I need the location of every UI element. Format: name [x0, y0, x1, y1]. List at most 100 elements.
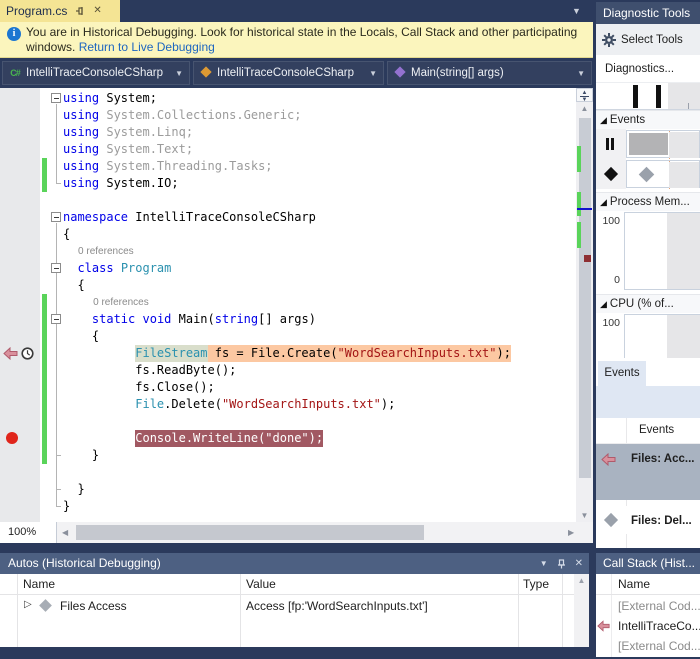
close-icon[interactable]: ✕ [575, 553, 583, 574]
tab-list-caret-icon[interactable]: ▼ [572, 6, 581, 16]
horizontal-scrollbar-thumb[interactable] [76, 525, 424, 540]
select-tools-button[interactable]: Select Tools [621, 34, 683, 46]
event-row-selected[interactable]: Files: Acc... [596, 444, 700, 500]
code-line[interactable]: { [0, 328, 560, 345]
code-line[interactable]: } [0, 447, 560, 464]
code-line[interactable]: File.Delete("WordSearchInputs.txt"); [0, 396, 560, 413]
events-lane-break[interactable] [596, 129, 700, 159]
code-line[interactable]: using System.Collections.Generic; [0, 107, 560, 124]
close-icon[interactable]: ✕ [93, 6, 101, 16]
zoom-level-dropdown[interactable]: 100% [0, 522, 57, 543]
table-row[interactable]: ▷ Files Access Access [fp:'WordSearchInp… [0, 596, 589, 616]
outline-guide [56, 104, 57, 183]
project-dropdown[interactable]: C# IntelliTraceConsoleCSharp ▼ [2, 61, 190, 85]
code-line[interactable]: using System.Threading.Tasks; [0, 158, 560, 175]
code-line[interactable] [0, 464, 560, 481]
scroll-up-icon[interactable]: ▲ [574, 574, 589, 588]
project-dropdown-value: IntelliTraceConsoleCSharp [26, 67, 164, 79]
autos-scrollbar[interactable]: ▲ [574, 574, 589, 647]
window-menu-caret-icon[interactable]: ▼ [540, 553, 548, 574]
return-to-live-debugging-link[interactable]: Return to Live Debugging [79, 40, 215, 54]
events-grid-header[interactable]: Events [596, 418, 700, 444]
stack-frame-row[interactable]: [External Cod... [596, 596, 700, 616]
tab-events[interactable]: Events [598, 361, 646, 386]
editor-bottom-bar: 100% ◀ ▶ [0, 522, 593, 543]
code-line[interactable]: { [0, 277, 560, 294]
cpu-chart[interactable] [624, 314, 700, 358]
editor-splitter-handle[interactable]: ▲ ▼ [576, 88, 593, 103]
section-header-memory[interactable]: ◢ Process Mem... [596, 192, 700, 211]
code-line[interactable]: Console.WriteLine("done"); [0, 430, 560, 447]
section-expander-icon[interactable]: ◢ [600, 115, 607, 125]
code-line[interactable]: fs.Close(); [0, 379, 560, 396]
member-dropdown-value: Main(string[] args) [411, 67, 504, 79]
code-line[interactable]: using System.Text; [0, 141, 560, 158]
section-header-cpu[interactable]: ◢ CPU (% of... [596, 294, 700, 313]
change-tracking-bar [42, 158, 47, 192]
gear-icon[interactable] [602, 32, 616, 47]
scroll-up-icon[interactable]: ▲ [576, 104, 593, 113]
code-line[interactable]: fs.ReadByte(); [0, 362, 560, 379]
autos-panel-title[interactable]: Autos (Historical Debugging) ▼ ✕ [0, 553, 589, 574]
row-name: Files Access [60, 599, 127, 613]
break-event-block[interactable] [629, 133, 668, 155]
code-line[interactable]: } [0, 481, 560, 498]
collapse-toggle-icon[interactable] [51, 93, 61, 103]
section-expander-icon[interactable]: ◢ [600, 197, 607, 207]
intellitrace-event-glyphs[interactable] [3, 347, 39, 362]
code-line[interactable]: static void Main(string[] args) [0, 311, 560, 328]
code-editor[interactable]: using System; using System.Collections.Ge… [0, 88, 593, 522]
column-header-name[interactable]: Name [618, 577, 650, 591]
code-line[interactable]: using System; [0, 90, 560, 107]
expand-icon[interactable]: ▷ [24, 599, 32, 610]
info-icon: i [7, 27, 21, 41]
stack-frame-row[interactable]: [External Cod... [596, 636, 700, 656]
scroll-right-icon[interactable]: ▶ [568, 522, 574, 543]
session-timeline[interactable] [596, 83, 700, 110]
event-row[interactable]: Files: Del... [596, 506, 700, 534]
code-line[interactable]: class Program [0, 260, 560, 277]
outline-guide-end [56, 489, 61, 490]
breakpoint-indicator[interactable] [6, 432, 18, 444]
code-line[interactable]: } [0, 498, 560, 515]
code-line[interactable]: { [0, 226, 560, 243]
tab-program-cs[interactable]: Program.cs ✕ [0, 0, 120, 22]
code-text-area[interactable]: using System; using System.Collections.Ge… [0, 88, 576, 522]
stack-frame-row-current[interactable]: IntelliTraceCo... [596, 616, 700, 636]
pin-icon[interactable] [557, 558, 566, 569]
pin-icon[interactable] [75, 6, 85, 16]
codelens-references[interactable]: 0 references [0, 294, 560, 311]
call-stack-panel-title[interactable]: Call Stack (Hist... [596, 553, 700, 574]
event-diamond-icon [603, 512, 619, 528]
code-line[interactable] [0, 413, 560, 430]
collapse-toggle-icon[interactable] [51, 263, 61, 273]
member-dropdown[interactable]: Main(string[] args) ▼ [387, 61, 592, 85]
scroll-left-icon[interactable]: ◀ [62, 522, 68, 543]
event-diamond-marker[interactable] [638, 166, 655, 183]
events-lane-intellitrace[interactable] [596, 159, 700, 189]
memory-chart[interactable] [624, 212, 700, 290]
codelens-references[interactable]: 0 references [0, 243, 560, 260]
code-line[interactable]: FileStream fs = File.Create("WordSearchI… [0, 345, 560, 362]
vertical-scrollbar-thumb[interactable] [579, 118, 591, 478]
type-dropdown[interactable]: IntelliTraceConsoleCSharp ▼ [193, 61, 384, 85]
vertical-scrollbar[interactable]: ▲ ▼ [576, 102, 593, 522]
column-header-type[interactable]: Type [523, 577, 549, 591]
diagnostic-tools-title[interactable]: Diagnostic Tools [596, 2, 700, 24]
column-header-value[interactable]: Value [246, 577, 276, 591]
call-stack-panel: Call Stack (Hist... Name [External Cod..… [596, 553, 700, 657]
code-line[interactable] [0, 192, 560, 209]
scroll-down-icon[interactable]: ▼ [576, 511, 593, 520]
section-header-events[interactable]: ◢ Events [596, 110, 700, 129]
section-expander-icon[interactable]: ◢ [600, 299, 607, 309]
collapse-toggle-icon[interactable] [51, 314, 61, 324]
chart-future-region [667, 213, 700, 289]
code-line[interactable]: using System.IO; [0, 175, 560, 192]
code-line[interactable]: using System.Linq; [0, 124, 560, 141]
column-header-name[interactable]: Name [23, 577, 55, 591]
diagnostics-session-label[interactable]: Diagnostics... [596, 55, 700, 83]
collapse-toggle-icon[interactable] [51, 212, 61, 222]
chevron-down-icon: ▼ [369, 68, 377, 78]
code-line[interactable]: namespace IntelliTraceConsoleCSharp [0, 209, 560, 226]
outline-guide-end [56, 455, 61, 456]
